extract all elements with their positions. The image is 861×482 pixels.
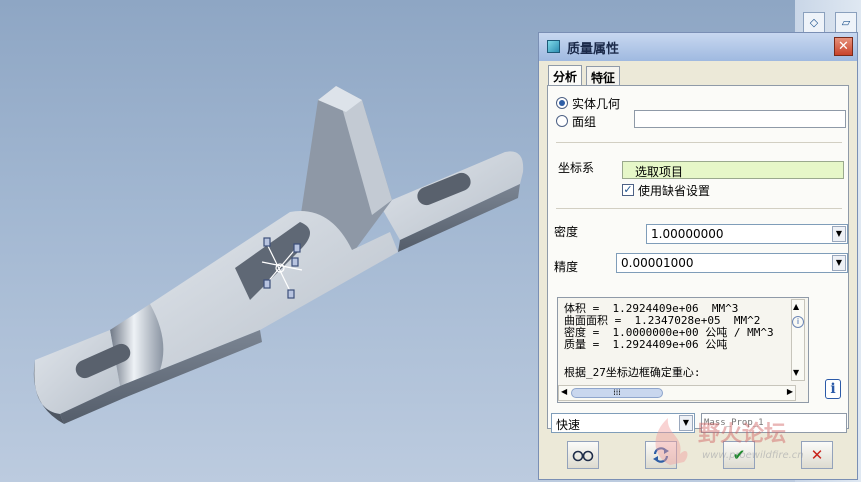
solid-geometry-radio[interactable] [556,97,568,109]
accuracy-label: 精度 [554,260,579,274]
density-label: 密度 [554,225,579,239]
watermark-url: www.proewildfire.cn [702,450,804,461]
flame-logo-icon [655,418,688,465]
csys-select-button[interactable]: 选取项目 [622,161,844,179]
scroll-thumb[interactable]: ⁞⁞⁞ [571,388,663,398]
csys-label: 坐标系 [558,161,595,175]
preview-button[interactable] [567,441,599,469]
scroll-up-arrow-icon[interactable]: ▲ [793,302,799,311]
datum-axis-tool-icon[interactable]: ▱ [835,12,857,34]
scroll-down-arrow-icon[interactable]: ▼ [793,368,799,377]
info-icon[interactable]: i [825,379,841,399]
divider [556,208,842,209]
mode-value: 快速 [556,418,581,432]
result-line: 质量 = 1.2924409e+06 公吨 [564,338,728,351]
chevron-down-icon[interactable]: ▼ [832,226,846,242]
quilt-select-field[interactable] [634,110,846,128]
result-line: 根据_27坐标边框确定重心: [564,366,701,379]
close-button[interactable]: ✕ [834,37,853,56]
scroll-info-icon[interactable]: i [792,316,804,328]
results-vertical-scrollbar[interactable]: ▲ i ▼ [791,299,805,381]
tab-feature[interactable]: 特征 [586,66,621,86]
watermark-text: 野火论坛 [698,422,787,447]
density-field[interactable]: 1.00000000 ▼ [646,224,848,244]
quilt-label: 面组 [572,115,597,129]
watermark-logo: 野火论坛 www.proewildfire.cn [640,410,855,476]
tab-analysis[interactable]: 分析 [548,65,583,86]
use-default-label: 使用缺省设置 [638,184,711,198]
scroll-right-arrow-icon[interactable]: ▶ [787,387,793,396]
dialog-title: 质量属性 [567,42,620,57]
density-value: 1.00000000 [651,227,724,241]
chevron-down-icon[interactable]: ▼ [832,255,846,271]
datum-plane-tool-icon[interactable]: ◇ [803,12,825,34]
quilt-radio[interactable] [556,115,568,127]
use-default-checkbox[interactable]: ✓ [622,184,634,196]
accuracy-value: 0.00001000 [621,256,694,270]
scroll-left-arrow-icon[interactable]: ◀ [561,387,567,396]
solid-geometry-label: 实体几何 [572,97,621,111]
dialog-app-icon [547,40,560,53]
divider [556,142,842,143]
accuracy-field[interactable]: 0.00001000 ▼ [616,253,848,273]
dialog-titlebar[interactable]: 质量属性 ✕ [539,33,857,61]
glasses-icon [572,450,594,462]
results-horizontal-scrollbar[interactable]: ◀ ⁞⁞⁞ ▶ [558,385,796,401]
